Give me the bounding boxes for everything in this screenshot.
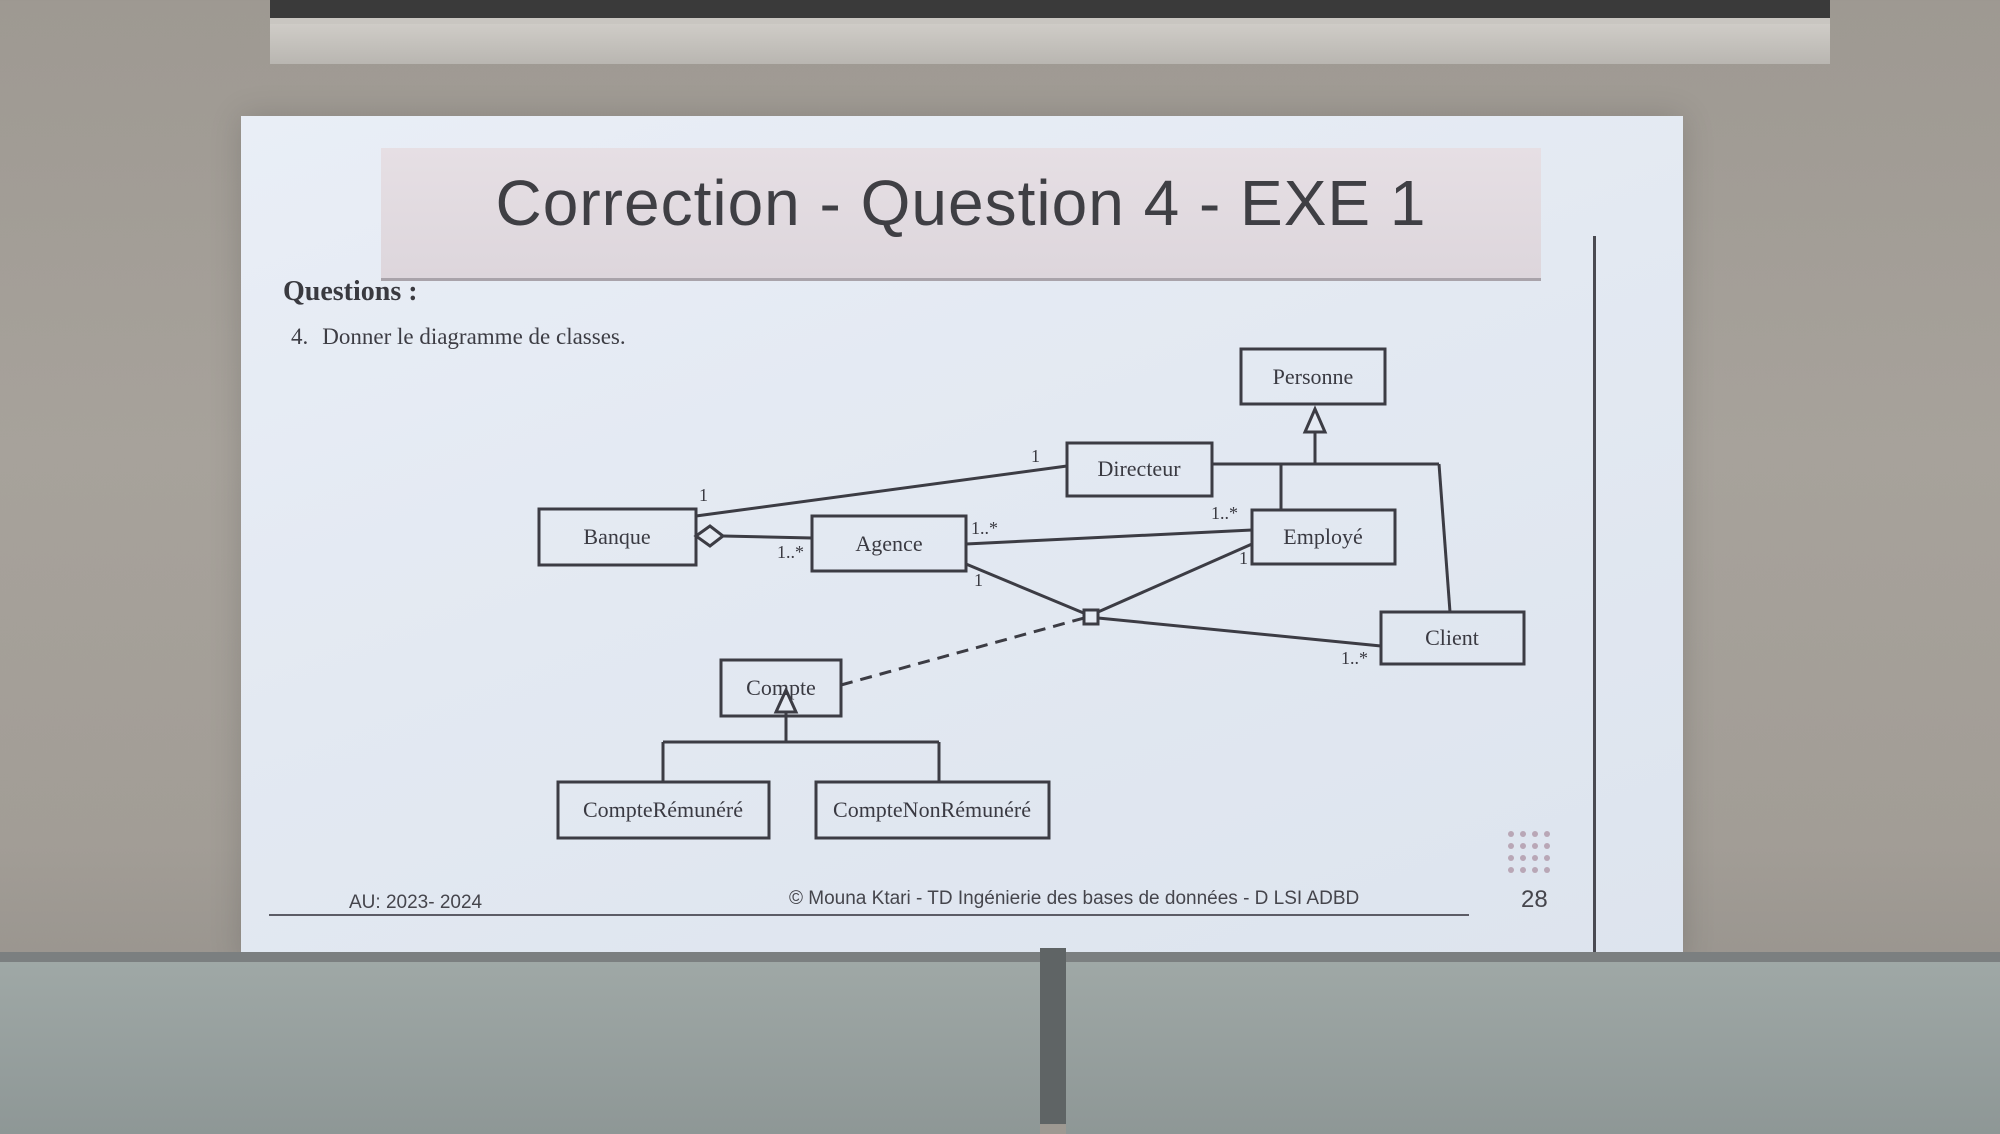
ternary-client-link [1097,616,1382,648]
directeur-class-label: Directeur [1097,456,1181,481]
multiplicity-ternary-employe: 1 [1239,548,1248,568]
compte-class-label: Compte [746,675,816,700]
compte-remunere-class-label: CompteRémunéré [583,797,743,822]
footer-rule [269,914,1469,916]
banque-directeur-association [695,464,1068,518]
agence-class-label: Agence [855,531,922,556]
ternary-employe-link [1097,542,1253,614]
multiplicity-banque-agence: 1..* [777,542,804,562]
agence-employe-association [965,528,1253,546]
page-number: 28 [1521,886,1548,913]
projector-screen-roller [270,0,1830,24]
multiplicity-ternary-client: 1..* [1341,648,1368,668]
compte-association-class-link [840,616,1085,687]
class-diagram: Personne Directeur Banque Agence Employé… [537,347,1526,840]
client-generalization-line [1437,463,1452,613]
banque-class-label: Banque [583,524,650,549]
personne-class-label: Personne [1273,364,1354,389]
personne-generalization-arrow [1302,405,1328,434]
multiplicity-agence-side: 1..* [971,518,998,538]
aggregation-diamond [693,524,726,548]
decorative-dots [1508,831,1550,873]
employe-class-label: Employé [1283,524,1362,549]
client-class-label: Client [1425,625,1479,650]
banque-agence-aggregation [722,534,813,540]
multiplicity-directeur: 1 [1031,446,1040,466]
presentation-slide: Correction - Question 4 - EXE 1 Question… [241,116,1683,962]
projector-screen-case [270,24,1830,64]
footer-academic-year: AU: 2023- 2024 [349,892,483,913]
multiplicity-banque: 1 [699,485,708,505]
multiplicity-employe-side: 1..* [1211,503,1238,523]
compte-non-remunere-class-label: CompteNonRémunéré [833,797,1031,822]
footer-copyright: © Mouna Ktari - TD Ingénierie des bases … [789,888,1360,909]
whiteboard-divider [1040,948,1066,1124]
ternary-agence-link [965,562,1087,616]
whiteboard-right [1066,952,2000,1134]
whiteboard-left [0,952,1040,1134]
multiplicity-ternary-agence: 1 [974,570,983,590]
ternary-diamond [1082,608,1100,626]
